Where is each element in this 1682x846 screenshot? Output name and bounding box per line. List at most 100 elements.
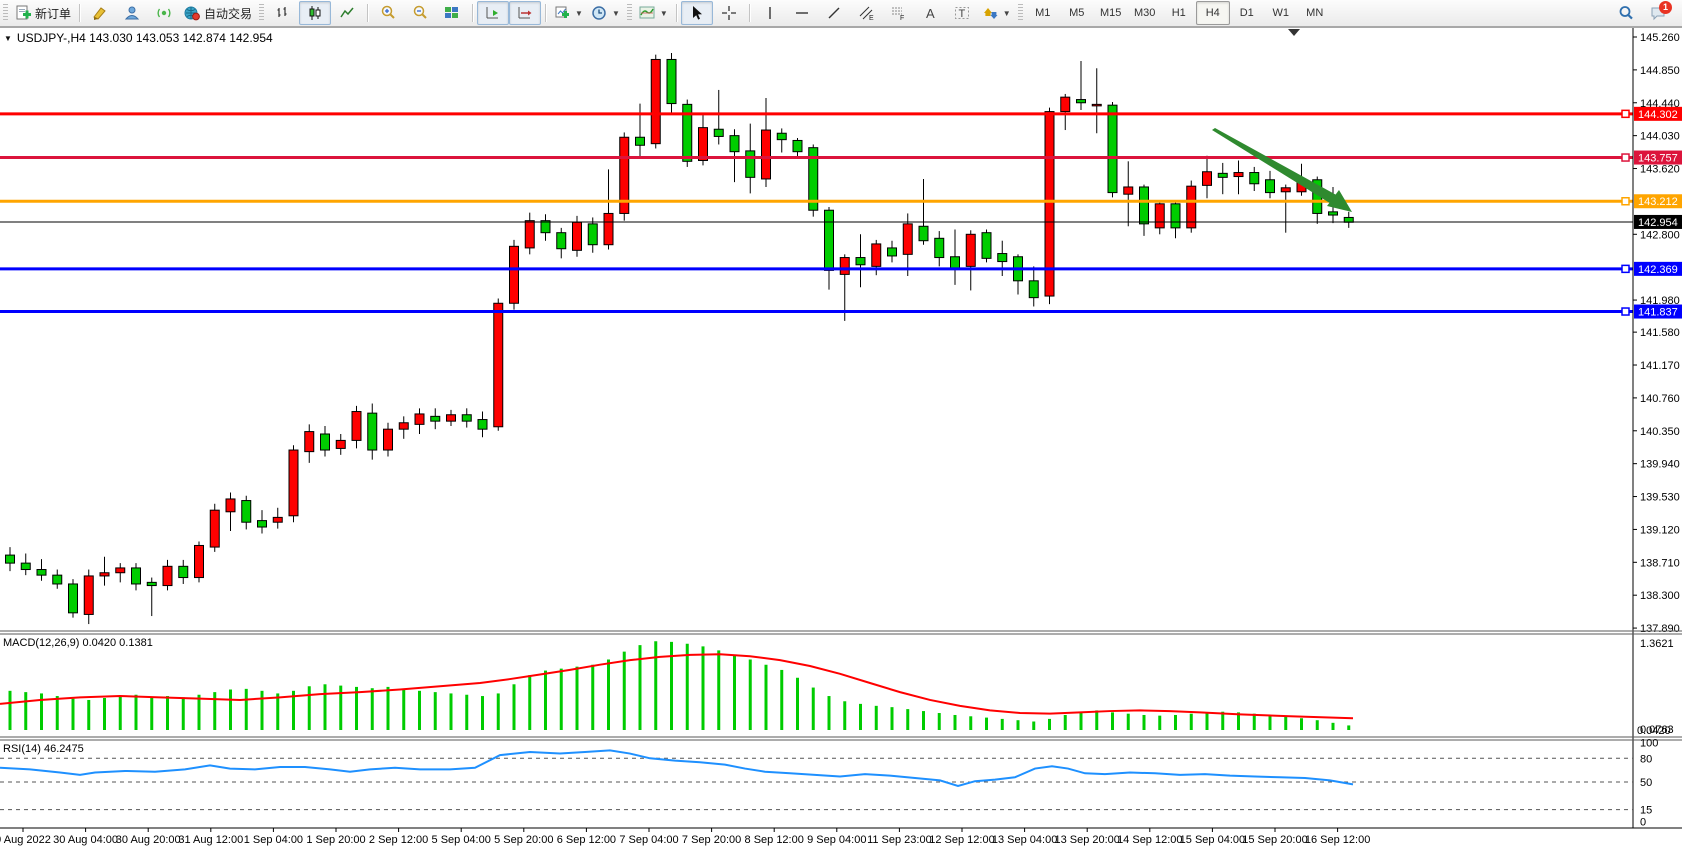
horizontal-line-button[interactable] [786,1,818,25]
macd-signal-line [0,654,1353,718]
line-chart-icon [339,5,355,21]
crosshair-icon [721,5,737,21]
candlestick [147,582,156,585]
chevron-down-icon: ▼ [1003,9,1011,18]
candlestick [447,415,456,421]
time-axis-label: 31 Aug 12:00 [178,834,243,846]
candlestick [289,450,298,516]
line-anchor-marker[interactable] [1622,110,1629,117]
chevron-down-icon: ▼ [575,9,583,18]
time-axis-label: 15 Sep 20:00 [1242,834,1307,846]
candlestick [636,137,645,145]
price-axis-label: 144.440 [1640,98,1680,110]
price-axis-label: 141.980 [1640,295,1680,307]
search-button[interactable] [1610,1,1642,25]
timeframe-h1[interactable]: H1 [1162,1,1196,25]
crosshair-button[interactable] [713,1,745,25]
auto-scroll-button[interactable] [477,1,509,25]
timeframe-m1[interactable]: M1 [1026,1,1060,25]
time-axis-label: 6 Sep 12:00 [557,834,616,846]
timeframe-m30[interactable]: M30 [1128,1,1162,25]
auto-scroll-icon [485,5,501,21]
signal-button[interactable] [148,1,180,25]
channel-button[interactable]: E [850,1,882,25]
time-axis-label: 12 Sep 12:00 [929,834,994,846]
metaeditor-button[interactable] [84,1,116,25]
zoom-in-button[interactable] [372,1,404,25]
bar-chart-button[interactable] [267,1,299,25]
price-axis-label: 144.850 [1640,65,1680,77]
candlestick [242,501,251,523]
timeframe-w1[interactable]: W1 [1264,1,1298,25]
period-button[interactable]: ▼ [587,1,624,25]
timeframe-mn[interactable]: MN [1298,1,1332,25]
candlestick-button[interactable] [299,1,331,25]
candlestick [903,224,912,254]
candlestick [84,576,93,614]
macd-axis-label: 0.0420 [1637,725,1671,737]
arrows-button[interactable]: ▼ [978,1,1015,25]
trend-arrow-annotation[interactable] [1212,128,1352,212]
cursor-icon [689,5,705,21]
price-axis-label: 138.710 [1640,557,1680,569]
line-anchor-marker[interactable] [1622,308,1629,315]
new-chart-button[interactable]: ▼ [550,1,587,25]
text-label-icon: T [954,5,970,21]
timeframe-d1[interactable]: D1 [1230,1,1264,25]
timeframe-m5[interactable]: M5 [1060,1,1094,25]
chart-shift-button[interactable] [509,1,541,25]
chat-icon: 1 [1650,5,1666,21]
chart-shift-marker[interactable] [1288,29,1300,36]
candlestick [132,568,141,584]
chart-canvas[interactable]: 144.302143.757143.212142.954142.369141.8… [0,28,1682,846]
candlestick [226,499,235,512]
text-button[interactable]: A [914,1,946,25]
line-anchor-marker[interactable] [1622,265,1629,272]
text-icon: A [922,5,938,21]
new-chart-icon [554,5,570,21]
time-axis-label: 1 Sep 04:00 [244,834,303,846]
time-axis-label: 7 Sep 04:00 [619,834,678,846]
candlestick [1061,97,1070,111]
autotrade-button[interactable]: 自动交易 [180,1,256,25]
timeframe-m15[interactable]: M15 [1094,1,1128,25]
text-label-button[interactable]: T [946,1,978,25]
candlestick [494,303,503,427]
community-button[interactable] [116,1,148,25]
toolbar-grip[interactable] [627,4,632,22]
vertical-line-button[interactable] [754,1,786,25]
timeframe-h4[interactable]: H4 [1196,1,1230,25]
candlestick [368,413,377,450]
new-order-label: 新订单 [35,5,71,22]
toolbar-grip[interactable] [1018,4,1023,22]
time-axis-label: 30 Aug 20:00 [116,834,181,846]
candlestick [573,222,582,250]
candlestick-icon [307,5,323,21]
channel-icon: E [858,5,874,21]
line-chart-button[interactable] [331,1,363,25]
zoom-out-button[interactable] [404,1,436,25]
candlestick [1124,187,1133,194]
trendline-button[interactable] [818,1,850,25]
community-icon [124,5,140,21]
price-axis-label: 145.260 [1640,32,1680,44]
notifications-button[interactable]: 1 [1642,1,1674,25]
candlestick [478,420,487,430]
autotrade-label: 自动交易 [204,5,252,22]
cursor-button[interactable] [681,1,713,25]
new-order-button[interactable]: 新订单 [11,1,75,25]
line-anchor-marker[interactable] [1622,154,1629,161]
price-axis-label: 141.170 [1640,360,1680,372]
toolbar-grip[interactable] [259,4,264,22]
bar-chart-icon [275,5,291,21]
candlestick [195,545,204,577]
line-anchor-marker[interactable] [1622,198,1629,205]
rsi-axis-label: 50 [1640,777,1652,789]
fibonacci-button[interactable]: F [882,1,914,25]
candlestick [1092,104,1101,106]
arrows-icon [982,5,998,21]
indicators-button[interactable]: ▼ [635,1,672,25]
candlestick [21,563,30,569]
toolbar-grip[interactable] [3,4,8,22]
tile-windows-button[interactable] [436,1,468,25]
